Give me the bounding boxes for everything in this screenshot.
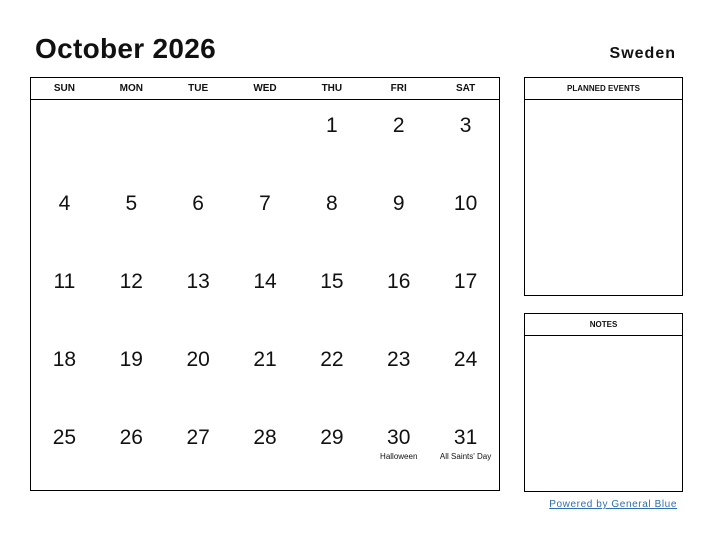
week-row: 25 26 27 28 29 30 Halloween 31 All Saints' Day [31, 412, 499, 490]
holiday-label: Halloween [380, 452, 418, 461]
day-cell: 12 [98, 256, 165, 334]
day-cell: 20 [165, 334, 232, 412]
planned-events-panel: PLANNED EVENTS [524, 77, 683, 296]
day-number: 5 [125, 192, 138, 215]
day-cell [98, 100, 165, 178]
day-number: 23 [387, 348, 411, 371]
day-cell [165, 100, 232, 178]
day-cell: 10 [432, 178, 499, 256]
weekday-header-row: SUN MON TUE WED THU FRI SAT [31, 78, 499, 100]
day-number: 25 [52, 426, 77, 449]
day-number: 24 [453, 348, 478, 371]
day-number: 11 [53, 270, 76, 293]
day-cell: 16 [365, 256, 432, 334]
day-number: 8 [326, 192, 338, 215]
day-cell: 11 [31, 256, 98, 334]
week-row: 4 5 6 7 8 9 10 [31, 178, 499, 256]
planned-events-heading: PLANNED EVENTS [525, 78, 682, 100]
day-number: 19 [119, 348, 143, 371]
day-number [232, 100, 299, 114]
day-cell [232, 100, 299, 178]
weekday-sat: SAT [455, 83, 476, 94]
day-number: 21 [253, 348, 277, 371]
day-number [98, 100, 165, 114]
holiday-label: All Saints' Day [439, 452, 492, 461]
week-row: 1 2 3 [31, 100, 499, 178]
day-cell: 17 [432, 256, 499, 334]
day-number: 22 [320, 348, 344, 371]
day-cell: 13 [165, 256, 232, 334]
calendar-grid: SUN MON TUE WED THU FRI SAT 1 2 3 4 5 6 7 8 9 10 1… [30, 77, 500, 491]
day-cell: 21 [232, 334, 299, 412]
notes-heading: NOTES [525, 314, 682, 336]
day-number: 7 [259, 192, 271, 215]
day-number: 20 [186, 348, 210, 371]
day-number: 30 [387, 426, 411, 449]
day-cell: 22 [298, 334, 365, 412]
day-cell: 18 [31, 334, 98, 412]
week-row: 11 12 13 14 15 16 17 [31, 256, 499, 334]
day-number: 18 [52, 348, 77, 371]
day-cell: 31 All Saints' Day [432, 412, 499, 490]
weekday-wed: WED [253, 83, 277, 94]
weeks-container: 1 2 3 4 5 6 7 8 9 10 11 12 13 14 15 16 17 18 19 20 21 22 23 24 2… [31, 100, 499, 490]
day-cell: 8 [298, 178, 365, 256]
day-cell: 19 [98, 334, 165, 412]
day-cell: 3 [432, 100, 499, 178]
day-cell: 30 Halloween [365, 412, 432, 490]
day-number: 26 [119, 426, 143, 449]
day-number: 16 [387, 270, 411, 293]
day-cell: 5 [98, 178, 165, 256]
day-cell: 27 [165, 412, 232, 490]
weekday-tue: TUE [188, 83, 209, 94]
day-number: 6 [192, 192, 204, 215]
day-number: 12 [119, 270, 143, 293]
day-number: 4 [58, 192, 71, 215]
country-label: Sweden [609, 45, 676, 62]
day-cell: 6 [165, 178, 232, 256]
day-number: 29 [320, 426, 344, 449]
weekday-fri: FRI [390, 83, 407, 94]
day-cell: 1 [298, 100, 365, 178]
day-number: 15 [320, 270, 344, 293]
day-number: 28 [253, 426, 277, 449]
day-cell: 24 [432, 334, 499, 412]
day-cell: 26 [98, 412, 165, 490]
day-cell: 15 [298, 256, 365, 334]
day-number [165, 100, 232, 114]
day-number: 2 [392, 114, 405, 137]
day-number: 13 [186, 270, 210, 293]
day-cell: 14 [232, 256, 299, 334]
day-cell: 28 [232, 412, 299, 490]
day-cell: 25 [31, 412, 98, 490]
powered-by-link[interactable]: Powered by General Blue [549, 499, 677, 510]
week-row: 18 19 20 21 22 23 24 [31, 334, 499, 412]
day-cell: 29 [298, 412, 365, 490]
page-title: October 2026 [35, 33, 217, 64]
day-cell: 4 [31, 178, 98, 256]
day-number: 1 [326, 114, 338, 137]
day-cell [31, 100, 98, 178]
day-cell: 23 [365, 334, 432, 412]
weekday-thu: THU [321, 83, 343, 94]
day-number: 9 [392, 192, 405, 215]
day-number: 3 [459, 114, 472, 137]
notes-panel: NOTES [524, 313, 683, 492]
day-cell: 2 [365, 100, 432, 178]
day-cell: 7 [232, 178, 299, 256]
day-number: 31 [453, 426, 478, 449]
day-number: 27 [186, 426, 210, 449]
day-number: 10 [453, 192, 478, 215]
day-number [31, 100, 98, 114]
weekday-sun: SUN [53, 83, 75, 94]
day-cell: 9 [365, 178, 432, 256]
weekday-mon: MON [119, 83, 143, 94]
day-number: 14 [253, 270, 277, 293]
day-number: 17 [453, 270, 478, 293]
